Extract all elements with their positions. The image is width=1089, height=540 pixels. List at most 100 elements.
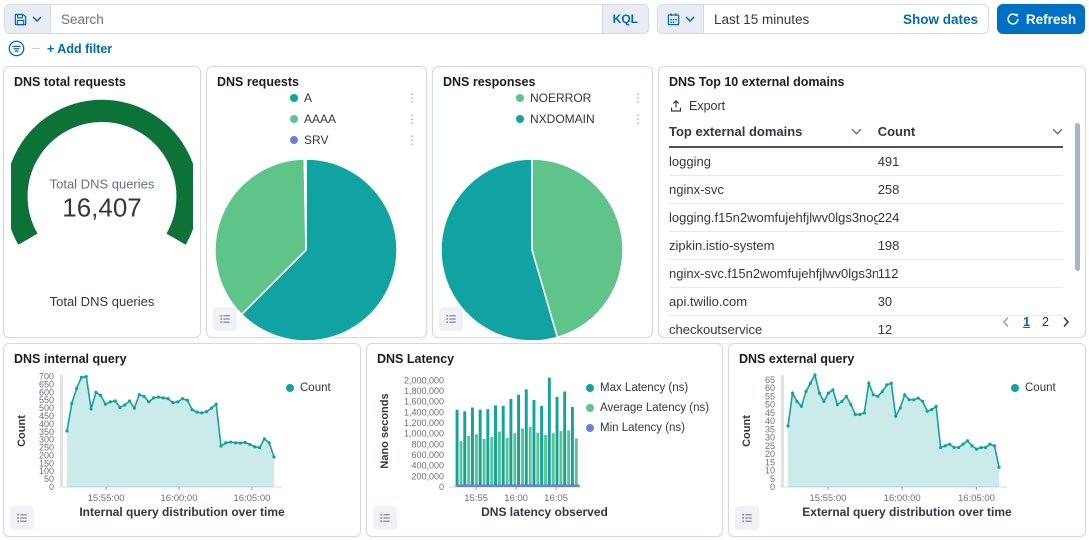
svg-text:2,000,000: 2,000,000 — [404, 375, 444, 385]
responses-pie-chart[interactable] — [439, 157, 625, 343]
legend-dot — [286, 384, 294, 392]
legend-menu-icon[interactable]: ⋮ — [406, 134, 418, 146]
svg-text:1,000,000: 1,000,000 — [404, 429, 444, 439]
list-icon — [16, 511, 28, 525]
add-filter-button[interactable]: + Add filter — [47, 42, 112, 56]
x-axis-title: DNS latency observed — [377, 505, 712, 519]
svg-text:16:00:00: 16:00:00 — [884, 493, 921, 504]
domains-table: Top external domains Count logging491ngi… — [669, 117, 1063, 344]
cell-domain: zipkin.istio-system — [669, 238, 878, 253]
svg-text:16:00: 16:00 — [504, 493, 528, 504]
svg-text:800,000: 800,000 — [411, 439, 444, 449]
legend-item-count[interactable]: Count — [286, 382, 350, 394]
export-icon — [669, 99, 683, 113]
legend-toggle-button[interactable] — [213, 307, 237, 331]
page-1-button[interactable]: 1 — [1023, 315, 1030, 329]
filter-icon[interactable] — [8, 40, 25, 57]
total-queries-gauge[interactable]: Total DNS queries16,407 — [11, 93, 193, 281]
table-row: zipkin.istio-system198 — [669, 232, 1063, 260]
show-dates-button[interactable]: Show dates — [893, 5, 988, 33]
export-button[interactable]: Export — [669, 99, 739, 113]
legend: Count — [1011, 368, 1075, 504]
legend-dot — [586, 384, 594, 392]
chevron-down-icon — [32, 16, 42, 22]
list-icon — [445, 312, 457, 326]
legend-toggle-button[interactable] — [439, 307, 463, 331]
time-range-value[interactable]: Last 15 minutes — [704, 5, 893, 33]
legend-label: SRV — [304, 133, 400, 147]
search-bar: KQL — [4, 4, 649, 34]
legend-item-count[interactable]: Count — [1011, 382, 1075, 394]
kql-syntax-button[interactable]: KQL — [602, 5, 648, 33]
panel-title: DNS total requests — [14, 75, 190, 89]
table-scrollbar[interactable] — [1075, 123, 1080, 271]
svg-text:Total DNS queries: Total DNS queries — [50, 176, 155, 191]
latency-bar-chart[interactable]: 0200,000400,000600,000800,0001,000,0001,… — [392, 368, 586, 504]
legend-item-average-latency-ns-[interactable]: Average Latency (ns) — [586, 402, 712, 414]
cell-count: 30 — [878, 294, 1063, 309]
legend-item-a[interactable]: A⋮ — [290, 91, 418, 105]
legend-menu-icon[interactable]: ⋮ — [632, 113, 644, 125]
column-header-count[interactable]: Count — [878, 124, 1063, 139]
legend-item-aaaa[interactable]: AAAA ⋮ — [290, 112, 418, 126]
cell-domain: checkoutservice — [669, 322, 878, 337]
cell-count: 491 — [878, 154, 1063, 169]
legend-dot — [586, 404, 594, 412]
legend-label: Min Latency (ns) — [600, 422, 712, 434]
panel-title: DNS responses — [443, 75, 642, 89]
refresh-label: Refresh — [1026, 12, 1076, 27]
panel-title: DNS external query — [739, 352, 1075, 366]
legend-menu-icon[interactable]: ⋮ — [406, 113, 418, 125]
external-query-area-chart[interactable]: 0510152025303540455055606515:55:0016:00:… — [754, 368, 1011, 504]
legend-label: NXDOMAIN — [530, 112, 626, 126]
cell-domain: logging.f15n2womfujehfjlwv0lgs3nog.... — [669, 210, 878, 225]
table-row: nginx-svc258 — [669, 176, 1063, 204]
legend-label: NOERROR — [530, 91, 626, 105]
legend-item-nxdomain[interactable]: NXDOMAIN ⋮ — [516, 112, 644, 126]
date-quick-menu-button[interactable] — [658, 5, 704, 33]
legend-dot — [516, 94, 524, 102]
saved-query-menu-button[interactable] — [5, 5, 51, 33]
save-icon — [13, 12, 28, 27]
panel-title: DNS requests — [217, 75, 416, 89]
svg-text:0: 0 — [439, 482, 444, 492]
internal-query-area-chart[interactable]: 0501001502002503003504004505005506006507… — [29, 368, 286, 504]
legend-toggle-button[interactable] — [735, 506, 759, 530]
legend-menu-icon[interactable]: ⋮ — [632, 92, 644, 104]
svg-text:700: 700 — [39, 372, 54, 382]
svg-text:16:05:00: 16:05:00 — [958, 493, 995, 504]
svg-text:1,600,000: 1,600,000 — [404, 397, 444, 407]
column-header-domains[interactable]: Top external domains — [669, 124, 878, 139]
table-row: logging491 — [669, 148, 1063, 176]
legend-menu-icon[interactable]: ⋮ — [406, 92, 418, 104]
svg-text:1,200,000: 1,200,000 — [404, 418, 444, 428]
legend-item-min-latency-ns-[interactable]: Min Latency (ns) — [586, 422, 712, 434]
legend-item-srv[interactable]: SRV ⋮ — [290, 133, 418, 147]
legend-label: Average Latency (ns) — [600, 402, 712, 414]
legend-label: Count — [1025, 382, 1075, 394]
previous-page-icon[interactable] — [1001, 316, 1011, 328]
page-2-button[interactable]: 2 — [1042, 315, 1049, 329]
svg-text:15:55:00: 15:55:00 — [88, 493, 125, 504]
panel-dns-total-requests: DNS total requests Total DNS queries16,4… — [3, 66, 201, 338]
refresh-button[interactable]: Refresh — [997, 4, 1085, 34]
cell-domain: nginx-svc — [669, 182, 878, 197]
legend-dot — [1011, 384, 1019, 392]
requests-pie-chart[interactable] — [213, 157, 399, 343]
panel-title: DNS internal query — [14, 352, 350, 366]
panel-title: DNS Latency — [377, 352, 712, 366]
refresh-icon — [1006, 12, 1020, 26]
cell-domain: api.twilio.com — [669, 294, 878, 309]
legend-item-noerror[interactable]: NOERROR ⋮ — [516, 91, 644, 105]
next-page-icon[interactable] — [1061, 316, 1071, 328]
panel-dns-top-external-domains: DNS Top 10 external domains Export Top e… — [658, 66, 1086, 338]
legend-toggle-button[interactable] — [10, 506, 34, 530]
legend-dot — [516, 115, 524, 123]
search-input[interactable] — [51, 5, 602, 33]
legend-label: AAAA — [304, 112, 400, 126]
panel-dns-responses: DNS responses NOERROR ⋮ NXDOMAIN ⋮ — [432, 66, 653, 338]
svg-text:15:55: 15:55 — [464, 493, 488, 504]
legend-item-max-latency-ns-[interactable]: Max Latency (ns) — [586, 382, 712, 394]
legend-toggle-button[interactable] — [373, 506, 397, 530]
cell-domain: nginx-svc.f15n2womfujehfjlwv0lgs3no... — [669, 266, 878, 281]
